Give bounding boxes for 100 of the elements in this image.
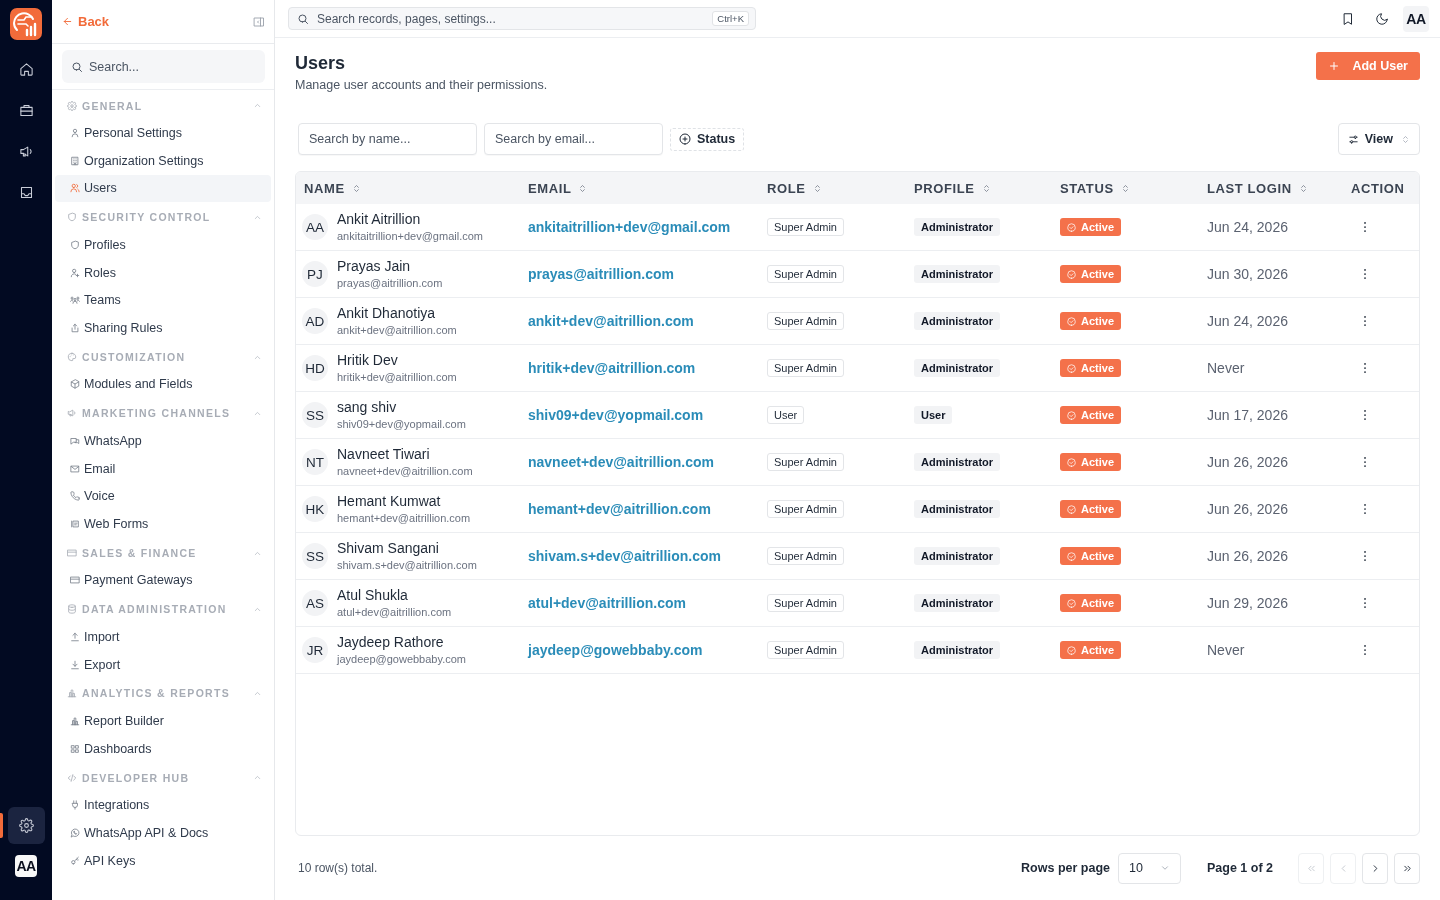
status-badge: Active xyxy=(1060,359,1122,377)
sidebar-item[interactable]: Sharing Rules xyxy=(55,314,271,343)
check-circle-icon xyxy=(1067,363,1076,373)
last-login-text: Jun 17, 2026 xyxy=(1207,407,1288,423)
last-login-text: Jun 26, 2026 xyxy=(1207,501,1288,517)
sidebar-search-field[interactable]: Search... xyxy=(62,50,265,83)
profile-badge: Administrator xyxy=(914,359,1001,377)
sidebar-item[interactable]: WhatsApp xyxy=(55,426,271,455)
active-indicator xyxy=(0,813,3,838)
user-name: Ankit Dhanotiya xyxy=(337,305,437,322)
column-header[interactable]: EMAIL xyxy=(520,180,759,196)
email-link[interactable]: atul+dev@aitrillion.com xyxy=(528,595,686,611)
role-badge: Super Admin xyxy=(767,312,844,330)
settings-icon xyxy=(18,818,34,833)
sidebar-item[interactable]: Report Builder xyxy=(55,706,271,735)
name-search-field[interactable]: Search by name... xyxy=(298,123,477,155)
sidebar-item[interactable]: Payment Gateways xyxy=(55,566,271,595)
user-avatar[interactable]: AA xyxy=(15,855,37,877)
check-circle-icon xyxy=(1067,269,1076,279)
user-initials-avatar: AA xyxy=(302,214,328,240)
plug-icon xyxy=(70,799,80,810)
user-name: sang shiv xyxy=(337,399,398,416)
search-icon xyxy=(71,60,83,73)
email-search-field[interactable]: Search by email... xyxy=(484,123,663,155)
sidebar-item[interactable]: Import xyxy=(55,622,271,651)
search-icon xyxy=(297,12,309,25)
key-icon xyxy=(70,855,80,866)
check-circle-icon xyxy=(1067,316,1076,326)
sidebar-item[interactable]: Organization Settings xyxy=(55,146,271,175)
upload-icon xyxy=(70,631,80,642)
user-email: prayas@aitrillion.com xyxy=(337,276,443,290)
sidebar-item[interactable]: WhatsApp API & Docs xyxy=(55,818,271,847)
column-header[interactable]: ROLE xyxy=(759,180,906,196)
settings-icon xyxy=(67,100,77,111)
status-filter-button[interactable]: Status xyxy=(670,127,745,151)
email-link[interactable]: hritik+dev@aitrillion.com xyxy=(528,360,696,376)
last-login-text: Jun 26, 2026 xyxy=(1207,548,1288,564)
bar-chart-icon xyxy=(70,715,80,726)
status-badge: Active xyxy=(1060,641,1122,659)
sidebar-item[interactable]: API Keys xyxy=(55,846,271,875)
sidebar-item[interactable]: Email xyxy=(55,454,271,483)
sidebar-item[interactable]: Voice xyxy=(55,482,271,511)
column-header: ACTION xyxy=(1350,180,1406,196)
profile-badge: Administrator xyxy=(914,641,1001,659)
sliders-icon xyxy=(1347,133,1359,145)
role-badge: Super Admin xyxy=(767,547,844,565)
email-link[interactable]: ankit+dev@aitrillion.com xyxy=(528,313,694,329)
rows-per-page-select[interactable]: 10 xyxy=(1118,852,1181,884)
building-icon xyxy=(70,155,80,166)
cube-icon xyxy=(70,379,80,390)
column-header[interactable]: PROFILE xyxy=(906,180,1052,196)
role-badge: Super Admin xyxy=(767,218,844,236)
megaphone-icon xyxy=(67,408,77,419)
sidebar-item[interactable]: Users xyxy=(55,174,271,203)
up-down-chevron-icon xyxy=(1401,134,1410,144)
shortcut-key: Ctrl+K xyxy=(712,11,749,26)
email-link[interactable]: shiv09+dev@yopmail.com xyxy=(528,407,704,423)
column-header[interactable]: NAME xyxy=(296,180,520,196)
check-circle-icon xyxy=(1067,222,1076,232)
user-name: Shivam Sangani xyxy=(337,540,440,557)
user-avatar[interactable]: AA xyxy=(1403,5,1429,32)
phone-icon xyxy=(70,491,80,502)
sidebar-item[interactable]: Dashboards xyxy=(55,734,271,763)
shield-icon xyxy=(67,212,77,223)
column-header[interactable]: STATUS xyxy=(1052,180,1199,196)
user-name: Jaydeep Rathore xyxy=(337,634,445,651)
last-login-text: Never xyxy=(1207,642,1245,658)
arrow-left-icon xyxy=(62,16,73,27)
sidebar-item[interactable]: Personal Settings xyxy=(55,119,271,147)
bookmark-icon xyxy=(1341,11,1355,26)
page-indicator: Page 1 of 2 xyxy=(1207,861,1273,875)
email-link[interactable]: shivam.s+dev@aitrillion.com xyxy=(528,548,721,564)
role-badge: Super Admin xyxy=(767,500,844,518)
sidebar-item[interactable]: Modules and Fields xyxy=(55,370,271,399)
email-link[interactable]: hemant+dev@aitrillion.com xyxy=(528,501,711,517)
email-link[interactable]: navneet+dev@aitrillion.com xyxy=(528,454,714,470)
column-header[interactable]: LAST LOGIN xyxy=(1199,180,1343,196)
sidebar-item[interactable]: Roles xyxy=(55,258,271,287)
email-link[interactable]: jaydeep@gowebbaby.com xyxy=(528,642,703,658)
sidebar-item[interactable]: Teams xyxy=(55,286,271,315)
mail-icon xyxy=(70,463,80,474)
email-link[interactable]: prayas@aitrillion.com xyxy=(528,266,674,282)
page-title: Users xyxy=(295,52,347,74)
view-options-button[interactable]: View xyxy=(1337,123,1420,155)
sidebar-item[interactable]: Integrations xyxy=(55,791,271,819)
sidebar-item[interactable]: Web Forms xyxy=(55,510,271,539)
briefcase-icon xyxy=(18,102,34,118)
last-login-text: Never xyxy=(1207,360,1245,376)
chevron-down-icon xyxy=(1160,863,1170,873)
email-link[interactable]: ankitaitrillion+dev@gmail.com xyxy=(528,219,731,235)
users-icon xyxy=(70,183,80,194)
form-icon xyxy=(70,519,80,530)
profile-badge: Administrator xyxy=(914,547,1001,565)
check-circle-icon xyxy=(1067,551,1076,561)
check-circle-icon xyxy=(1067,457,1076,467)
sidebar-item[interactable]: Profiles xyxy=(55,230,271,259)
sidebar-item[interactable]: Export xyxy=(55,650,271,679)
user-initials-avatar: NT xyxy=(302,449,328,475)
last-login-text: Jun 29, 2026 xyxy=(1207,595,1288,611)
user-email: shivam.s+dev@aitrillion.com xyxy=(337,558,477,572)
